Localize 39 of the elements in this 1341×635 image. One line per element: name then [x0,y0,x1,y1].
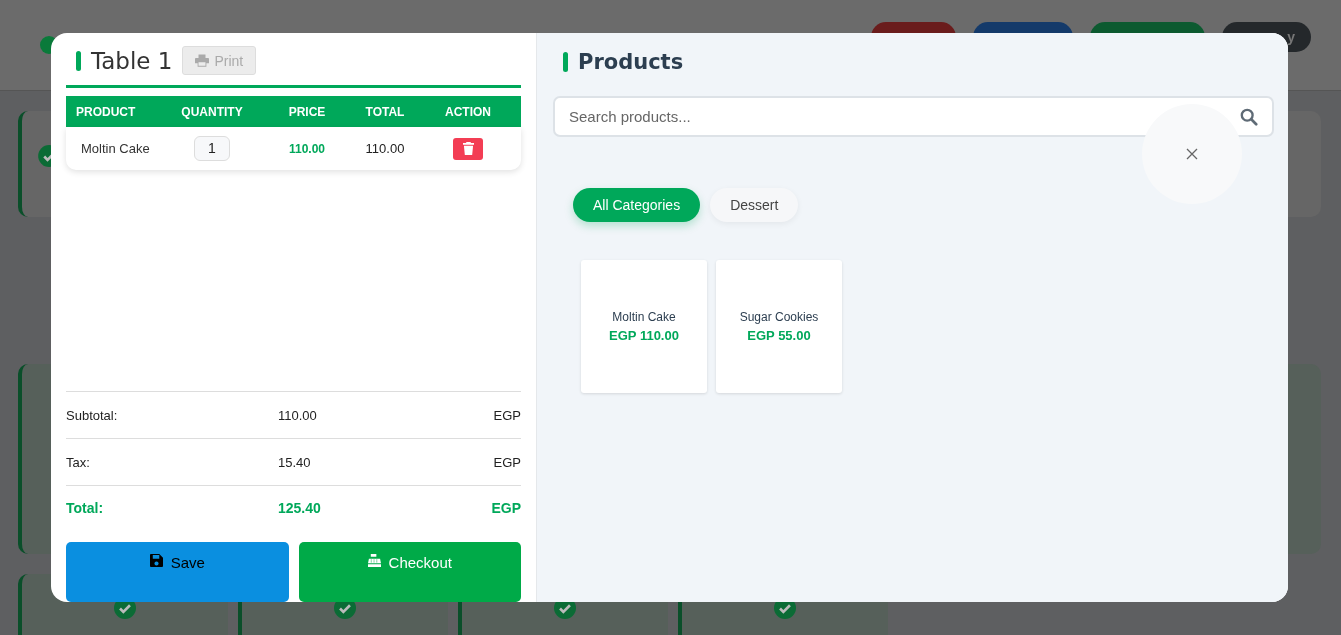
trash-icon [462,142,474,155]
accent-bar [76,50,81,71]
summary-value: 110.00 [278,407,318,423]
summary-label: Total: [66,500,105,516]
save-button[interactable]: Save [66,542,289,602]
product-name: Moltin Cake [612,310,676,324]
product-price: EGP 55.00 [747,328,811,343]
close-icon [1186,148,1198,160]
currency-label: EGP [493,407,521,423]
currency-label: EGP [493,454,521,470]
column-header: QUANTITY [180,104,244,119]
category-tab[interactable]: Dessert [710,188,799,222]
quantity-field[interactable]: 1 [194,136,230,161]
check-icon [38,145,51,167]
column-header: PRODUCT [75,104,137,119]
printer-icon [195,54,210,67]
column-header: TOTAL [364,104,406,119]
order-title: Table 1 [91,47,173,74]
search-icon [1240,108,1258,126]
cash-register-icon [367,554,381,567]
search-field[interactable]: Search products... [553,96,1274,137]
summary-label: Tax: [66,454,91,470]
product-name: Sugar Cookies [739,310,819,324]
column-header: ACTION [444,104,492,119]
table-cell-text: 110.00 [364,141,406,156]
accent-bar [563,52,568,72]
column-header: PRICE [287,104,327,119]
delete-button[interactable] [453,137,483,160]
summary-value: 125.40 [278,500,322,516]
table-cell-text: Moltin Cake [80,141,151,156]
summary-value: 15.40 [278,454,312,470]
product-card[interactable]: Sugar Cookies EGP 55.00 [716,260,842,393]
save-icon [149,554,163,567]
product-price: EGP 110.00 [609,328,679,343]
product-card[interactable]: Moltin Cake EGP 110.00 [581,260,707,393]
currency-label: EGP [491,500,521,516]
summary-label: Subtotal: [66,407,119,423]
section-title: Products [578,50,684,74]
table-cell-text: 110.00 [287,141,326,156]
